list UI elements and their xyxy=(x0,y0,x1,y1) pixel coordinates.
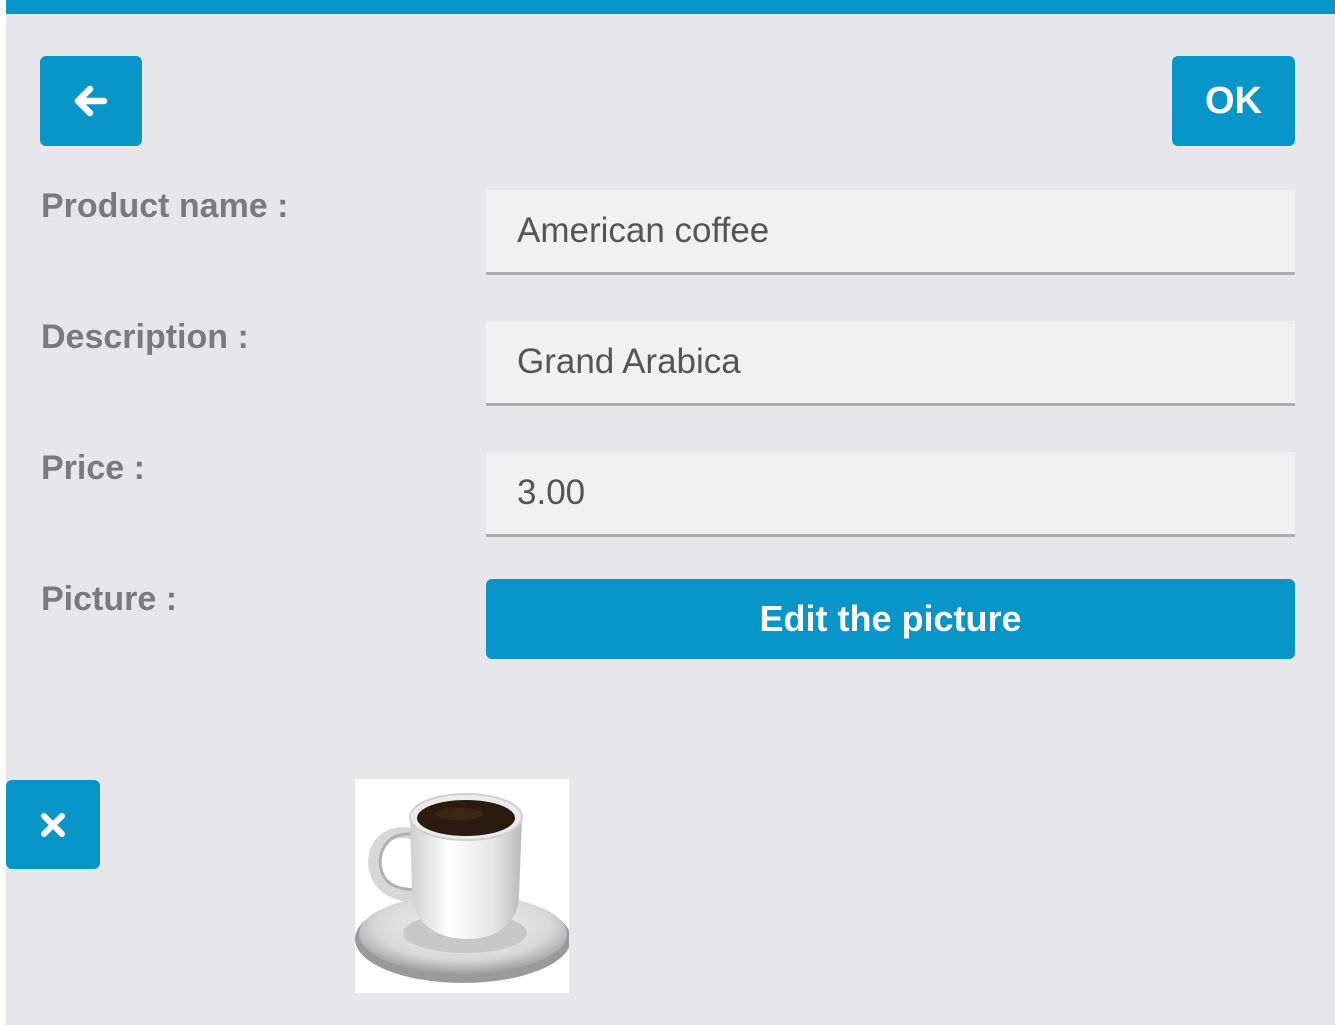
ok-button[interactable]: OK xyxy=(1172,56,1295,146)
picture-label: Picture : xyxy=(41,580,178,618)
edit-picture-button[interactable]: Edit the picture xyxy=(486,579,1295,659)
top-accent-bar xyxy=(6,0,1335,14)
remove-picture-button[interactable] xyxy=(6,780,100,869)
arrow-left-icon xyxy=(74,85,108,117)
description-input[interactable] xyxy=(486,321,1295,406)
product-picture xyxy=(355,779,571,993)
product-name-label: Product name : xyxy=(41,187,289,225)
description-label: Description : xyxy=(41,318,249,356)
back-button[interactable] xyxy=(40,56,142,146)
price-label: Price : xyxy=(41,449,145,487)
price-input[interactable] xyxy=(486,452,1295,537)
close-icon xyxy=(41,812,65,837)
coffee-cup-icon xyxy=(355,793,571,983)
product-name-input[interactable] xyxy=(486,190,1295,275)
